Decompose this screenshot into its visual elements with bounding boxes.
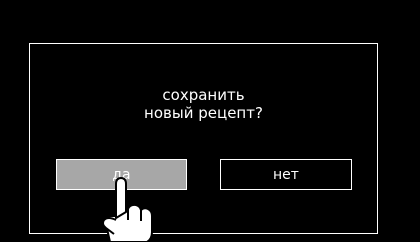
no-button[interactable]: нет [220,159,352,190]
pointing-hand-icon [101,177,153,242]
dialog-message-line-2: новый рецепт? [144,104,263,122]
dialog-message: сохранить новый рецепт? [30,86,377,122]
save-recipe-dialog: сохранить новый рецепт? да нет [29,43,378,234]
dialog-message-line-1: сохранить [162,86,245,104]
